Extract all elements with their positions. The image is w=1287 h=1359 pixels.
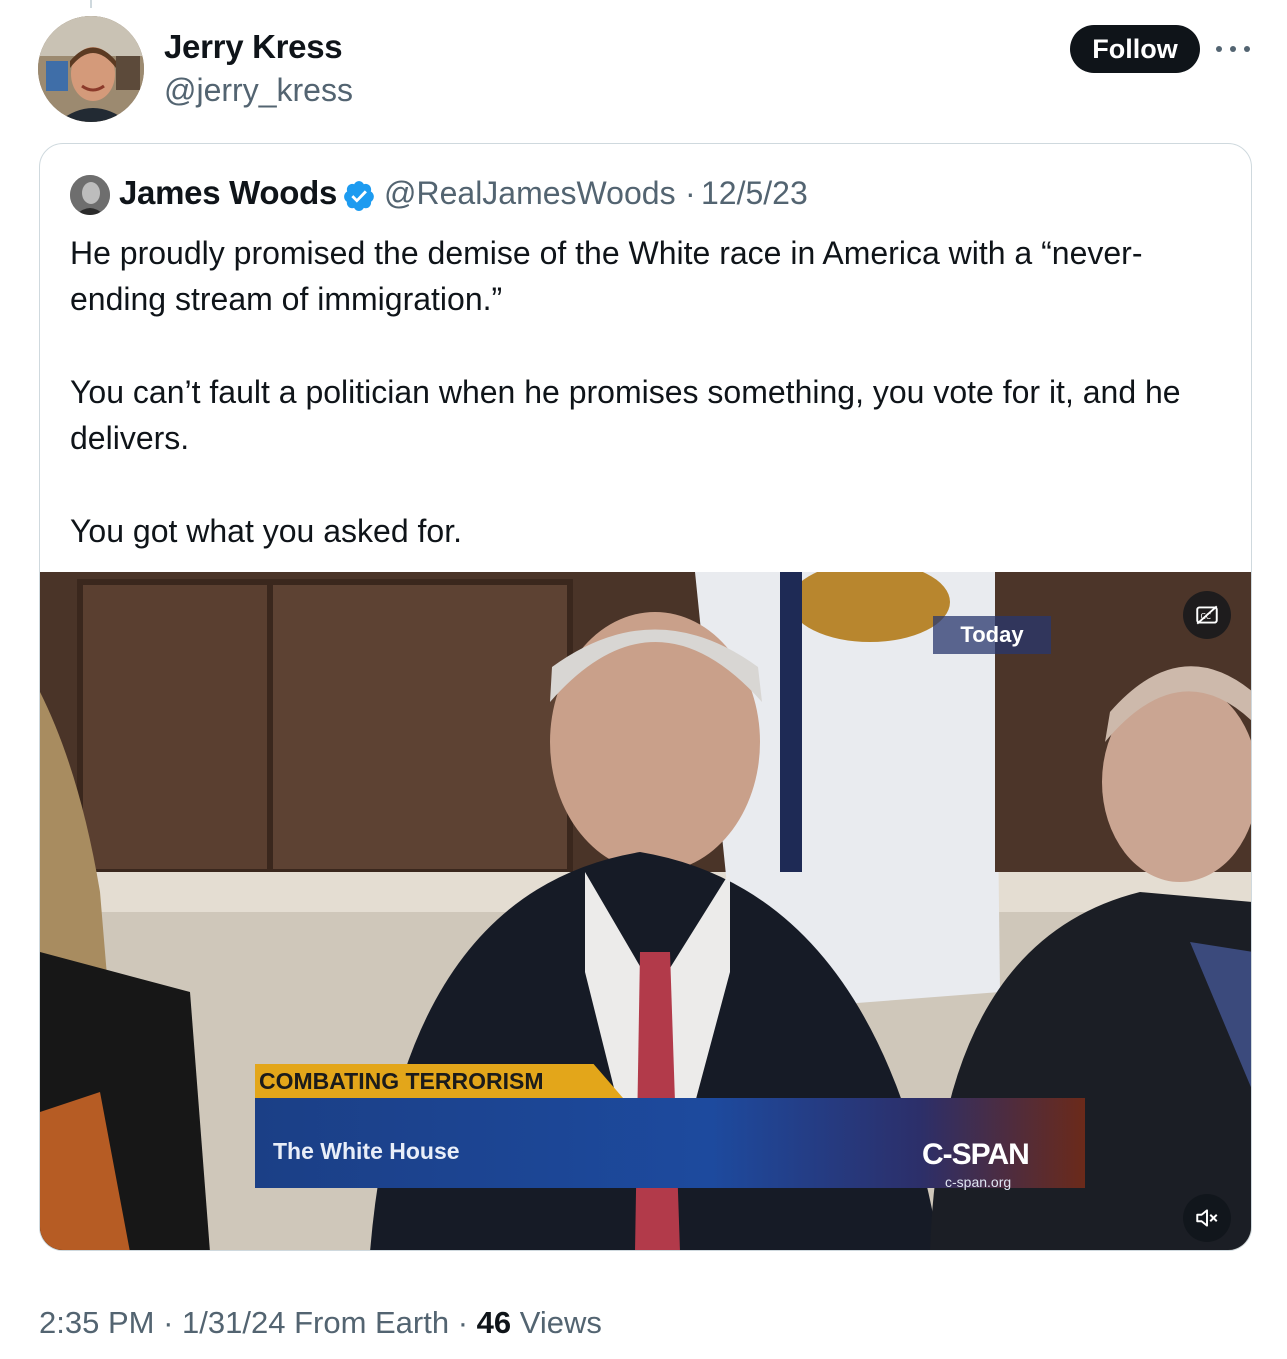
views-count[interactable]: 46	[477, 1305, 511, 1340]
quoted-author-avatar[interactable]	[70, 175, 110, 215]
thread-connector	[90, 0, 92, 8]
captions-off-icon: CC	[1196, 605, 1218, 625]
quoted-author-handle[interactable]: @RealJamesWoods	[384, 175, 676, 212]
follow-button[interactable]: Follow	[1070, 25, 1200, 73]
ellipsis-icon	[1216, 46, 1222, 52]
more-options-button[interactable]	[1216, 34, 1250, 64]
ellipsis-icon	[1244, 46, 1250, 52]
quoted-post-paragraph: He proudly promised the demise of the Wh…	[70, 235, 1143, 317]
lower-third-bar: The White House C-SPAN c-span.org	[255, 1098, 1085, 1190]
lower-third-subtitle: The White House	[273, 1138, 460, 1164]
avatar-photo-icon	[70, 175, 110, 215]
quoted-post-date[interactable]: 12/5/23	[701, 175, 808, 212]
video-corner-label: Today	[933, 616, 1051, 654]
post-date[interactable]: 1/31/24	[182, 1305, 285, 1340]
separator-dot: ·	[154, 1305, 183, 1340]
lower-third-title: COMBATING TERRORISM	[255, 1064, 623, 1098]
quoted-post-paragraph: You got what you asked for.	[70, 513, 462, 549]
separator-dot: ·	[449, 1305, 477, 1340]
ellipsis-icon	[1230, 46, 1236, 52]
network-url: c-span.org	[945, 1174, 1012, 1190]
separator-dot: ·	[685, 175, 696, 211]
captions-toggle-button[interactable]: CC	[1183, 591, 1231, 639]
verified-badge-icon	[344, 181, 374, 212]
volume-muted-icon	[1196, 1209, 1218, 1227]
mute-toggle-button[interactable]	[1183, 1194, 1231, 1242]
author-name[interactable]: Jerry Kress	[164, 28, 343, 66]
views-label[interactable]: Views	[511, 1305, 602, 1340]
author-avatar[interactable]	[38, 16, 144, 122]
video-lower-third: COMBATING TERRORISM The White House C-SP…	[255, 1064, 1085, 1190]
avatar-photo-icon	[38, 16, 144, 122]
quoted-post-paragraph: You can’t fault a politician when he pro…	[70, 374, 1181, 456]
video-player[interactable]: Today COMBATING TERRORISM The White Hous…	[40, 572, 1251, 1250]
author-handle[interactable]: @jerry_kress	[164, 72, 353, 109]
network-logo: C-SPAN	[922, 1138, 1030, 1171]
post-source: From Earth	[285, 1305, 450, 1340]
quoted-post-card[interactable]: James Woods @RealJamesWoods · 12/5/23 He…	[39, 143, 1252, 1251]
quoted-author-name[interactable]: James Woods	[119, 174, 337, 212]
post-time[interactable]: 2:35 PM	[39, 1305, 154, 1340]
post-metadata: 2:35 PM · 1/31/24 From Earth · 46 Views	[39, 1305, 602, 1341]
